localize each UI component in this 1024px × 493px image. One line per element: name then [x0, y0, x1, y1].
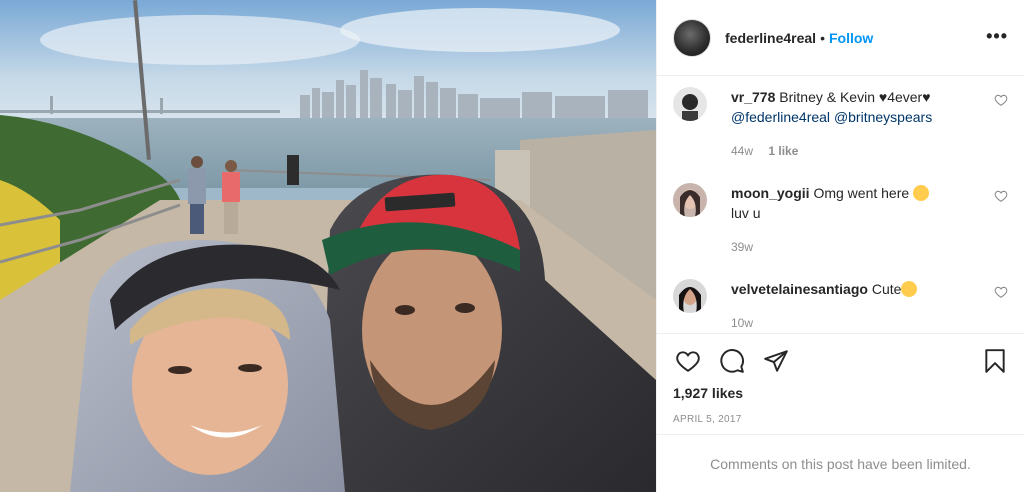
comment-text: Cute	[871, 281, 902, 297]
comment-meta: 44w 1 like	[731, 141, 968, 161]
comment-time: 44w	[731, 144, 754, 158]
follow-button[interactable]: Follow	[829, 30, 873, 46]
separator-dot: •	[820, 29, 825, 46]
avatar-icon	[673, 279, 707, 313]
commenter-username[interactable]: moon_yogii	[731, 185, 810, 201]
comment-body: velvetelainesantiago Cute 10w	[731, 279, 968, 333]
commenter-username[interactable]: vr_778	[731, 89, 775, 105]
post-sidebar: federline4real • Follow ••• vr_778 Britn…	[656, 0, 1024, 492]
comment-body: vr_778 Britney & Kevin ♥4ever♥ @federlin…	[731, 87, 968, 161]
post-photo[interactable]	[0, 0, 656, 492]
post-view: federline4real • Follow ••• vr_778 Britn…	[0, 0, 1024, 492]
comment-list[interactable]: vr_778 Britney & Kevin ♥4ever♥ @federlin…	[657, 77, 1024, 333]
commenter-username[interactable]: velvetelainesantiago	[731, 281, 868, 297]
black-heart-icon: ♥	[878, 89, 888, 105]
heart-eyes-emoji-icon	[913, 185, 930, 201]
author-username[interactable]: federline4real	[725, 30, 816, 46]
mention-link[interactable]: @federline4real	[731, 109, 830, 125]
save-bookmark-icon[interactable]	[982, 348, 1008, 374]
author-avatar[interactable]	[673, 18, 711, 57]
comment-body: moon_yogii Omg went here luv u 39w	[731, 183, 968, 257]
comment-likes[interactable]: 1 like	[768, 144, 798, 158]
black-heart-icon: ♥	[922, 89, 931, 105]
action-icons	[657, 334, 1024, 388]
like-comment-heart-icon[interactable]	[994, 285, 1008, 299]
share-send-icon[interactable]	[763, 348, 789, 374]
comment-text: Omg went here	[813, 185, 914, 201]
more-options-button[interactable]: •••	[986, 26, 1008, 47]
likes-count[interactable]: 1,927 likes	[673, 385, 743, 401]
post-header: federline4real • Follow •••	[657, 0, 1024, 76]
like-comment-heart-icon[interactable]	[994, 93, 1008, 107]
commenter-avatar[interactable]	[673, 183, 707, 217]
comment-time: 39w	[731, 240, 754, 254]
avatar-icon	[673, 87, 707, 121]
comment-bubble-icon[interactable]	[719, 348, 745, 374]
post-date[interactable]: APRIL 5, 2017	[673, 414, 742, 425]
like-comment-heart-icon[interactable]	[994, 189, 1008, 203]
comment-text-suffix: 4ever	[887, 89, 923, 105]
comment-text: Britney & Kevin	[779, 89, 879, 105]
mention-link[interactable]: @britneyspears	[834, 109, 932, 125]
photo-illustration	[0, 0, 656, 492]
avatar-icon	[673, 183, 707, 217]
comment-meta: 10w	[731, 313, 968, 333]
commenter-avatar[interactable]	[673, 279, 707, 313]
comments-limited-notice: Comments on this post have been limited.	[657, 434, 1024, 493]
like-heart-icon[interactable]	[675, 348, 701, 374]
grinning-emoji-icon	[901, 281, 918, 297]
comment-text-line2: luv u	[731, 205, 761, 221]
commenter-avatar[interactable]	[673, 87, 707, 121]
comment-time: 10w	[731, 316, 754, 330]
comment-meta: 39w	[731, 237, 968, 257]
post-actions	[657, 333, 1024, 388]
